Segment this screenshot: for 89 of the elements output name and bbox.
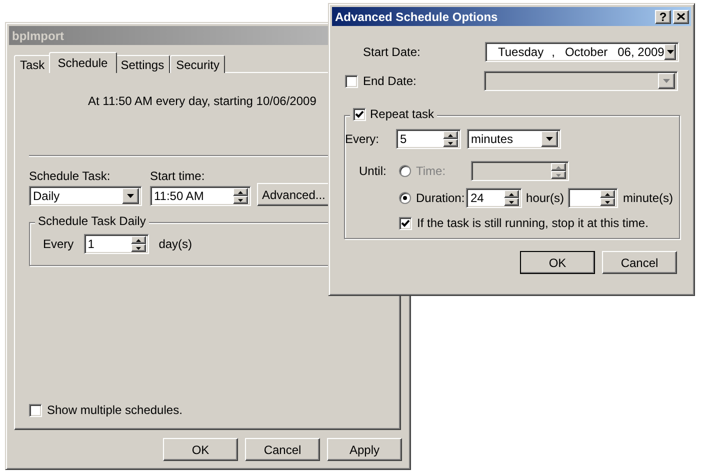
down-arrow-icon bbox=[604, 200, 610, 204]
text-field[interactable]: 1 bbox=[88, 237, 131, 251]
up-arrow-icon bbox=[136, 238, 141, 242]
unit-label: hour(s) bbox=[526, 191, 564, 205]
up-arrow-icon bbox=[238, 190, 243, 194]
down-arrow-icon bbox=[448, 142, 453, 144]
checkbox-label: End Date: bbox=[363, 74, 416, 88]
checkbox[interactable] bbox=[345, 74, 358, 88]
field-label: Every bbox=[43, 237, 74, 251]
check-icon bbox=[355, 110, 364, 118]
checkbox[interactable] bbox=[29, 404, 42, 416]
spin-up-button[interactable] bbox=[551, 163, 566, 171]
close-icon bbox=[677, 13, 685, 20]
down-arrow-icon bbox=[136, 246, 141, 250]
down-arrow-icon bbox=[238, 198, 243, 202]
spin-up-button[interactable] bbox=[130, 236, 146, 244]
spin-down-button[interactable] bbox=[504, 198, 520, 206]
checkbox-label: Show multiple schedules. bbox=[47, 403, 182, 417]
checkbox[interactable] bbox=[399, 216, 412, 230]
unit-label: day(s) bbox=[158, 237, 192, 251]
group-title: Schedule Task Daily bbox=[38, 214, 146, 228]
date-day-year[interactable]: 06, 2009 bbox=[618, 45, 664, 59]
dropdown-button[interactable] bbox=[658, 73, 675, 89]
spin-down-button[interactable] bbox=[443, 139, 458, 147]
text-field[interactable]: 11:50 AM bbox=[154, 189, 233, 203]
spin-down-button[interactable] bbox=[551, 171, 566, 179]
tab[interactable]: Schedule bbox=[48, 52, 117, 73]
text-field[interactable]: 24 bbox=[470, 191, 504, 205]
spin-down-button[interactable] bbox=[233, 196, 248, 204]
help-button[interactable]: ? bbox=[655, 10, 671, 24]
dropdown-button[interactable] bbox=[122, 188, 139, 204]
radio-button[interactable] bbox=[399, 165, 411, 177]
down-arrow-icon bbox=[666, 50, 674, 54]
up-arrow-icon bbox=[604, 192, 610, 196]
window-title: Advanced Schedule Options bbox=[335, 10, 498, 24]
spin-down-button[interactable] bbox=[600, 198, 615, 206]
tab[interactable]: Security bbox=[170, 55, 226, 73]
dropdown[interactable]: Daily bbox=[29, 186, 142, 206]
dropdown[interactable] bbox=[484, 71, 678, 91]
date-separator: , bbox=[552, 45, 555, 59]
up-arrow-icon bbox=[509, 192, 514, 196]
field-label: Start Date: bbox=[362, 45, 422, 59]
radio-button[interactable] bbox=[399, 192, 411, 204]
tab[interactable]: Task bbox=[14, 55, 51, 73]
dialog-button[interactable]: Cancel bbox=[245, 438, 320, 461]
down-arrow-icon bbox=[556, 174, 561, 176]
dialog-button[interactable]: Cancel bbox=[602, 251, 677, 274]
spin-field[interactable]: 1 bbox=[84, 234, 149, 254]
down-arrow-icon bbox=[509, 200, 514, 204]
dropdown[interactable]: minutes bbox=[467, 129, 561, 149]
text-field[interactable]: 5 bbox=[400, 132, 443, 146]
radio-label: Time: bbox=[416, 164, 446, 178]
field-label: Until: bbox=[358, 164, 388, 178]
spin-field[interactable] bbox=[471, 161, 569, 181]
field-label: Start time: bbox=[150, 169, 206, 183]
spin-field[interactable] bbox=[568, 188, 618, 208]
field-label: Schedule Task: bbox=[29, 169, 112, 183]
spin-field[interactable]: 11:50 AM bbox=[150, 186, 251, 206]
spin-up-button[interactable] bbox=[600, 190, 615, 198]
spin-up-button[interactable] bbox=[233, 188, 248, 196]
spin-up-button[interactable] bbox=[443, 131, 458, 139]
check-icon bbox=[401, 218, 410, 228]
schedule-summary: At 11:50 AM every day, starting 10/06/2009 bbox=[88, 94, 318, 108]
window-title: bpImport bbox=[12, 28, 64, 42]
dropdown[interactable]: Tuesday , October 06, 2009 bbox=[485, 42, 679, 62]
dropdown-button[interactable] bbox=[541, 131, 558, 147]
tab[interactable]: Settings bbox=[114, 55, 170, 73]
field-label: Every: bbox=[345, 132, 380, 146]
checkbox-label: If the task is still running, stop it at this time. bbox=[417, 216, 648, 230]
unit-label: minute(s) bbox=[622, 191, 673, 205]
down-arrow-icon bbox=[127, 194, 134, 198]
date-weekday[interactable]: Tuesday bbox=[498, 45, 544, 59]
spin-up-button[interactable] bbox=[504, 190, 520, 198]
close-button[interactable] bbox=[673, 10, 689, 24]
spin-field[interactable]: 24 bbox=[466, 188, 522, 208]
checkbox-label: Repeat task bbox=[370, 107, 434, 121]
radio-label: Duration: bbox=[416, 191, 465, 205]
date-month[interactable]: October bbox=[564, 45, 608, 59]
dropdown-button[interactable] bbox=[664, 44, 676, 60]
up-arrow-icon bbox=[556, 166, 561, 168]
down-arrow-icon bbox=[546, 137, 553, 141]
checkbox[interactable] bbox=[353, 108, 366, 120]
dialog-button[interactable]: Apply bbox=[327, 438, 402, 461]
down-arrow-icon bbox=[663, 79, 670, 83]
up-arrow-icon bbox=[448, 134, 453, 136]
spin-field[interactable]: 5 bbox=[396, 129, 461, 149]
spin-down-button[interactable] bbox=[130, 244, 146, 252]
dialog-button[interactable]: OK bbox=[520, 251, 595, 274]
dialog-button[interactable]: OK bbox=[163, 438, 238, 461]
